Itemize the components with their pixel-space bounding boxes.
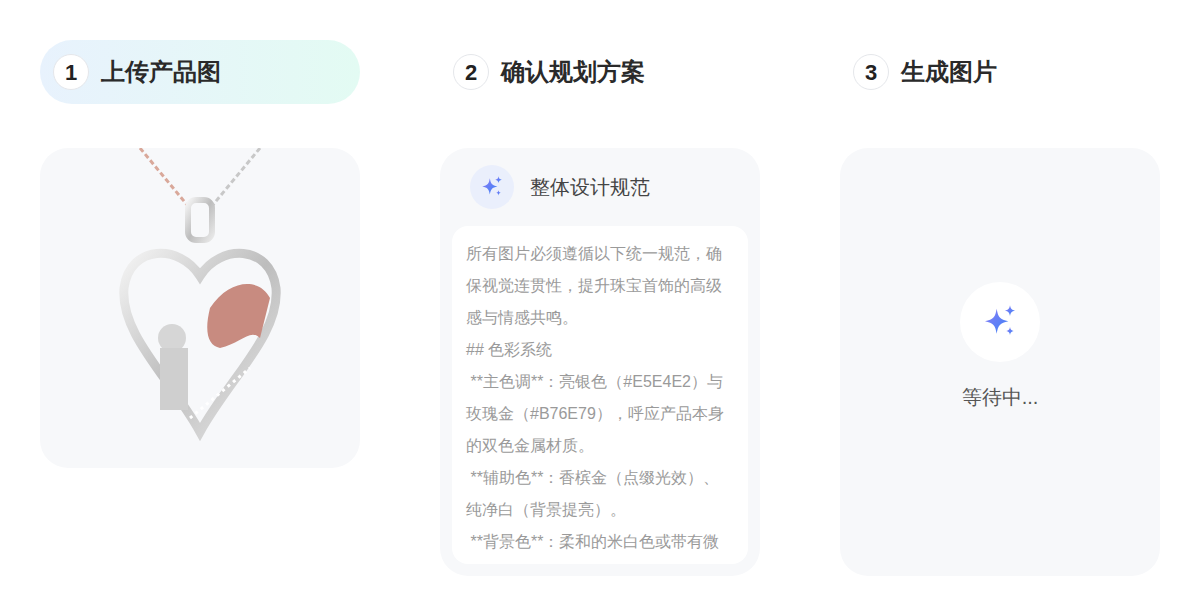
sparkle-badge [470,165,514,209]
product-photo [100,148,300,468]
plan-paragraph: **主色调**：亮银色（#E5E4E2）与玫瑰金（#B76E79），呼应产品本身… [466,366,734,462]
step-label: 确认规划方案 [501,54,645,90]
result-card: 等待中... [840,148,1160,576]
plan-card: 整体设计规范所有图片必须遵循以下统一规范，确保视觉连贯性，提升珠宝首饰的高级感与… [440,148,760,576]
step-number: 3 [853,54,889,90]
waiting-sparkle-icon [980,302,1020,342]
plan-paragraph: **辅助色**：香槟金（点缀光效）、纯净白（背景提亮）。 [466,462,734,526]
step-number: 2 [453,54,489,90]
step-label: 生成图片 [901,54,997,90]
plan-title: 整体设计规范 [530,172,650,202]
steps: 1 上传产品图 2 确认规划方案 3 生成图片整体设计规范所有图片必须遵循以下统一规范，确… [40,40,1160,576]
plan-header: 整体设计规范 [440,148,760,226]
sparkle-icon [479,174,505,200]
step-header: 2 确认规划方案 [440,40,760,104]
plan-paragraph: ## 色彩系统 [466,334,734,366]
waiting-badge [960,282,1040,362]
step-number: 1 [53,54,89,90]
upload-card[interactable] [40,148,360,468]
step-label: 上传产品图 [101,54,221,90]
page: 1 上传产品图 2 确认规划方案 3 生成图片整体设计规范所有图片必须遵循以下统一规范，确… [0,0,1200,616]
step-header: 1 上传产品图 [40,40,360,104]
plan-paragraph: 所有图片必须遵循以下统一规范，确保视觉连贯性，提升珠宝首饰的高级感与情感共鸣。 [466,238,734,334]
plan-paragraph: **背景色**：柔和的米白色或带有微 [466,526,734,558]
waiting-status: 等待中... [962,382,1039,412]
plan-content: 所有图片必须遵循以下统一规范，确保视觉连贯性，提升珠宝首饰的高级感与情感共鸣。#… [452,226,748,564]
step-header: 3 生成图片 [840,40,1160,104]
